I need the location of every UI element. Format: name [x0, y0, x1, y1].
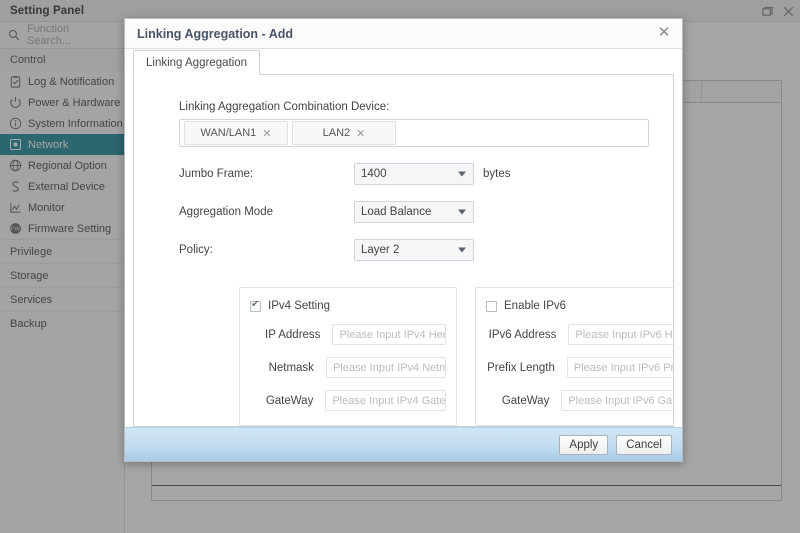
chevron-down-icon — [458, 247, 466, 253]
ipv4-gateway-input[interactable]: Please Input IPv4 GateWay — [325, 390, 446, 411]
chip-remove-icon[interactable]: ✕ — [262, 127, 271, 140]
ipv6-enable-checkbox-row[interactable]: Enable IPv6 — [486, 300, 673, 312]
ipv6-address-label: IPv6 Address — [488, 328, 557, 341]
ip-settings-panels: IPv4 Setting IP Address Please Input IPv… — [239, 287, 673, 426]
linking-aggregation-dialog: Linking Aggregation - Add ✕ Linking Aggr… — [124, 18, 683, 462]
select-value: 1400 — [361, 168, 387, 180]
field-label: Policy: — [179, 244, 213, 256]
ipv4-netmask-row: Netmask Please Input IPv4 Netmask — [250, 357, 446, 378]
screen: Setting Panel Function Search... Control… — [0, 0, 800, 533]
dialog-title: Linking Aggregation - Add — [137, 26, 293, 41]
ipv6-panel: Enable IPv6 IPv6 Address Please Input IP… — [475, 287, 673, 426]
chip-label: WAN/LAN1 — [200, 127, 257, 139]
field-policy: Policy: Layer 2 — [179, 239, 673, 261]
ipv4-setting-checkbox-row[interactable]: IPv4 Setting — [250, 299, 446, 312]
ipv6-enable-checkbox[interactable] — [486, 300, 497, 312]
dialog-body: Linking Aggregation Combination Device: … — [133, 75, 674, 427]
dialog-tabstrip: Linking Aggregation — [125, 49, 682, 75]
ipv6-enable-label: Enable IPv6 — [504, 300, 567, 312]
field-label: Jumbo Frame: — [179, 168, 254, 180]
tab-label: Linking Aggregation — [146, 56, 248, 69]
ipv4-setting-label: IPv4 Setting — [268, 300, 331, 312]
ipv4-netmask-input[interactable]: Please Input IPv4 Netmask — [325, 357, 446, 378]
apply-button[interactable]: Apply — [559, 434, 609, 455]
jumbo-frame-select[interactable]: 1400 — [354, 163, 474, 185]
ipv4-setting-checkbox[interactable] — [250, 299, 261, 312]
chip-lan2[interactable]: LAN2 ✕ — [292, 121, 396, 145]
ipv6-gateway-row: GateWay Please Input IPv6 GateWay — [486, 390, 673, 411]
field-jumbo-frame: Jumbo Frame: 1400 bytes — [179, 163, 673, 185]
ipv6-prefix-length-row: Prefix Length Please Input IPv6 Prefix — [486, 357, 673, 378]
chevron-down-icon — [458, 209, 466, 215]
dialog-close-icon[interactable]: ✕ — [656, 25, 672, 42]
cancel-button[interactable]: Cancel — [616, 434, 672, 455]
select-value: Layer 2 — [361, 244, 400, 256]
ipv6-address-input[interactable]: Please Input IPv6 Here — [568, 324, 673, 345]
tab-linking-aggregation[interactable]: Linking Aggregation — [133, 50, 261, 75]
field-label: Aggregation Mode — [179, 206, 273, 218]
ipv6-gateway-input[interactable]: Please Input IPv6 GateWay — [561, 390, 673, 411]
dialog-footer: Apply Cancel — [125, 427, 682, 461]
ipv6-prefix-length-label: Prefix Length — [487, 361, 555, 374]
chip-remove-icon[interactable]: ✕ — [356, 127, 365, 140]
combination-device-input[interactable]: WAN/LAN1 ✕ LAN2 ✕ — [179, 119, 649, 147]
ipv6-prefix-length-input[interactable]: Please Input IPv6 Prefix — [566, 357, 673, 378]
aggregation-mode-select[interactable]: Load Balance — [354, 201, 474, 223]
dialog-titlebar: Linking Aggregation - Add ✕ — [125, 19, 682, 49]
ipv4-gateway-label: GateWay — [265, 394, 314, 407]
combination-device-label: Linking Aggregation Combination Device: — [179, 101, 390, 113]
ipv4-address-label: IP Address — [265, 328, 321, 341]
chip-wan-lan1[interactable]: WAN/LAN1 ✕ — [184, 121, 288, 145]
ipv4-panel: IPv4 Setting IP Address Please Input IPv… — [239, 287, 457, 426]
chevron-down-icon — [458, 171, 466, 177]
ipv4-netmask-label: Netmask — [268, 361, 314, 374]
ipv6-gateway-label: GateWay — [501, 394, 550, 407]
ipv4-gateway-row: GateWay Please Input IPv4 GateWay — [250, 390, 446, 411]
jumbo-frame-unit: bytes — [483, 168, 511, 180]
ipv4-address-row: IP Address Please Input IPv4 Here — [250, 324, 446, 345]
field-aggregation-mode: Aggregation Mode Load Balance — [179, 201, 673, 223]
ipv6-address-row: IPv6 Address Please Input IPv6 Here — [486, 324, 673, 345]
chip-label: LAN2 — [322, 127, 351, 139]
policy-select[interactable]: Layer 2 — [354, 239, 474, 261]
form-area: Linking Aggregation Combination Device: … — [134, 75, 673, 426]
select-value: Load Balance — [361, 206, 432, 218]
ipv4-address-input[interactable]: Please Input IPv4 Here — [332, 324, 446, 345]
